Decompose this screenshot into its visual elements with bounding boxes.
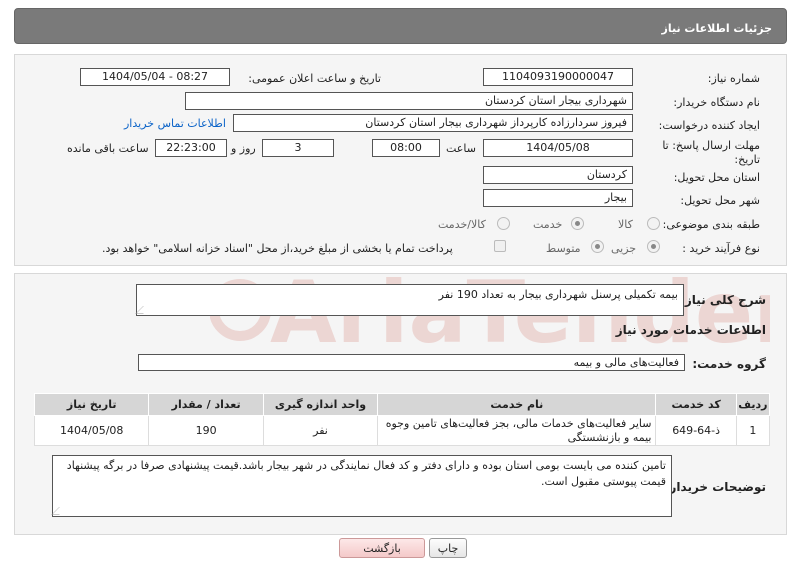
need-number-field[interactable]: 1104093190000047 xyxy=(483,68,633,86)
remaining-days-label: روز و xyxy=(231,142,256,155)
province-field[interactable]: کردستان xyxy=(483,166,633,184)
category-option-goods: کالا xyxy=(618,218,633,231)
deadline-time-field[interactable]: 08:00 xyxy=(372,139,440,157)
page-header: جزئیات اطلاعات نیاز xyxy=(14,8,787,44)
province-label: استان محل تحویل: xyxy=(673,171,760,184)
remaining-days-field[interactable]: 3 xyxy=(262,139,334,157)
print-button[interactable]: چاپ xyxy=(429,538,467,558)
cell-row-number: 1 xyxy=(735,415,771,446)
resize-grip-icon[interactable] xyxy=(135,306,151,314)
remaining-time-label: ساعت باقی مانده xyxy=(67,142,149,155)
purchase-radio-minor[interactable] xyxy=(647,240,660,253)
summary-textarea[interactable]: بیمه تکمیلی پرسنل شهرداری بیجار به تعداد… xyxy=(135,284,684,316)
cell-service-code: ذ-64-649 xyxy=(655,415,737,446)
services-table: ردیف کد خدمت نام خدمت واحد اندازه گیری ت… xyxy=(33,393,771,446)
purchase-type-label: نوع فرآیند خرید : xyxy=(682,242,760,255)
cell-service-name: سایر فعالیت‌های خدمات مالی، بجز فعالیت‌ه… xyxy=(377,415,657,446)
service-group-field[interactable]: فعالیت‌های مالی و بیمه xyxy=(138,354,685,371)
purchase-option-medium: متوسط xyxy=(546,242,581,255)
announce-label: تاریخ و ساعت اعلان عمومی: xyxy=(248,72,381,85)
treasury-payment-note: پرداخت تمام یا بخشی از مبلغ خرید،از محل … xyxy=(102,242,453,255)
buyer-notes-label: توضیحات خریدار: xyxy=(664,480,766,494)
city-field[interactable]: بیجار xyxy=(483,189,633,207)
category-option-service: خدمت xyxy=(533,218,563,231)
deadline-time-label: ساعت xyxy=(446,142,476,155)
table-header-row: ردیف کد خدمت نام خدمت واحد اندازه گیری ت… xyxy=(33,393,771,416)
need-number-label: شماره نیاز: xyxy=(707,72,760,85)
requester-field[interactable]: فیروز سردارزاده کارپرداز شهرداری بیجار ا… xyxy=(233,114,633,132)
deadline-date-field[interactable]: 1404/05/08 xyxy=(483,139,633,157)
category-radio-goods-service[interactable] xyxy=(497,217,510,230)
deadline-label: مهلت ارسال پاسخ: تا تاریخ: xyxy=(662,139,760,166)
col-header-need-date: تاریخ نیاز xyxy=(33,393,150,416)
cell-quantity: 190 xyxy=(148,415,264,446)
purchase-option-minor: جزیی xyxy=(611,242,637,255)
resize-grip-icon[interactable] xyxy=(51,507,67,515)
requester-label: ایجاد کننده درخواست: xyxy=(658,119,760,132)
buyer-notes-textarea[interactable]: تامین کننده می بایست بومی استان بوده و د… xyxy=(51,455,672,517)
city-label: شهر محل تحویل: xyxy=(680,194,760,207)
col-header-unit: واحد اندازه گیری xyxy=(262,393,379,416)
col-header-row-number: ردیف xyxy=(735,393,771,416)
buyer-contact-link[interactable]: اطلاعات تماس خریدار xyxy=(124,117,226,130)
page-title: جزئیات اطلاعات نیاز xyxy=(661,22,773,35)
category-radio-goods[interactable] xyxy=(647,217,660,230)
cell-unit: نفر xyxy=(262,415,379,446)
remaining-time-field[interactable]: 22:23:00 xyxy=(155,139,227,157)
col-header-service-code: کد خدمت xyxy=(655,393,737,416)
service-group-label: گروه خدمت: xyxy=(692,357,766,371)
buyer-org-field[interactable]: شهرداری بیجار استان کردستان xyxy=(185,92,633,110)
buyer-notes-text: تامین کننده می بایست بومی استان بوده و د… xyxy=(66,459,666,488)
announce-datetime-field[interactable]: 1404/05/04 - 08:27 xyxy=(80,68,230,86)
table-row: 1 ذ-64-649 سایر فعالیت‌های خدمات مالی، ب… xyxy=(33,415,771,446)
treasury-payment-checkbox[interactable] xyxy=(494,240,506,252)
summary-text: بیمه تکمیلی پرسنل شهرداری بیجار به تعداد… xyxy=(438,288,678,301)
col-header-quantity: تعداد / مقدار xyxy=(148,393,264,416)
cell-need-date: 1404/05/08 xyxy=(33,415,150,446)
purchase-radio-medium[interactable] xyxy=(591,240,604,253)
category-label: طبقه بندی موضوعی: xyxy=(662,218,760,231)
back-button[interactable]: بازگشت xyxy=(339,538,425,558)
buyer-org-label: نام دستگاه خریدار: xyxy=(673,96,760,109)
summary-label: شرح کلی نیاز: xyxy=(680,293,766,307)
category-option-goods-service: کالا/خدمت xyxy=(438,218,486,231)
category-radio-service[interactable] xyxy=(571,217,584,230)
col-header-service-name: نام خدمت xyxy=(377,393,657,416)
services-heading: اطلاعات خدمات مورد نیاز xyxy=(615,323,766,337)
